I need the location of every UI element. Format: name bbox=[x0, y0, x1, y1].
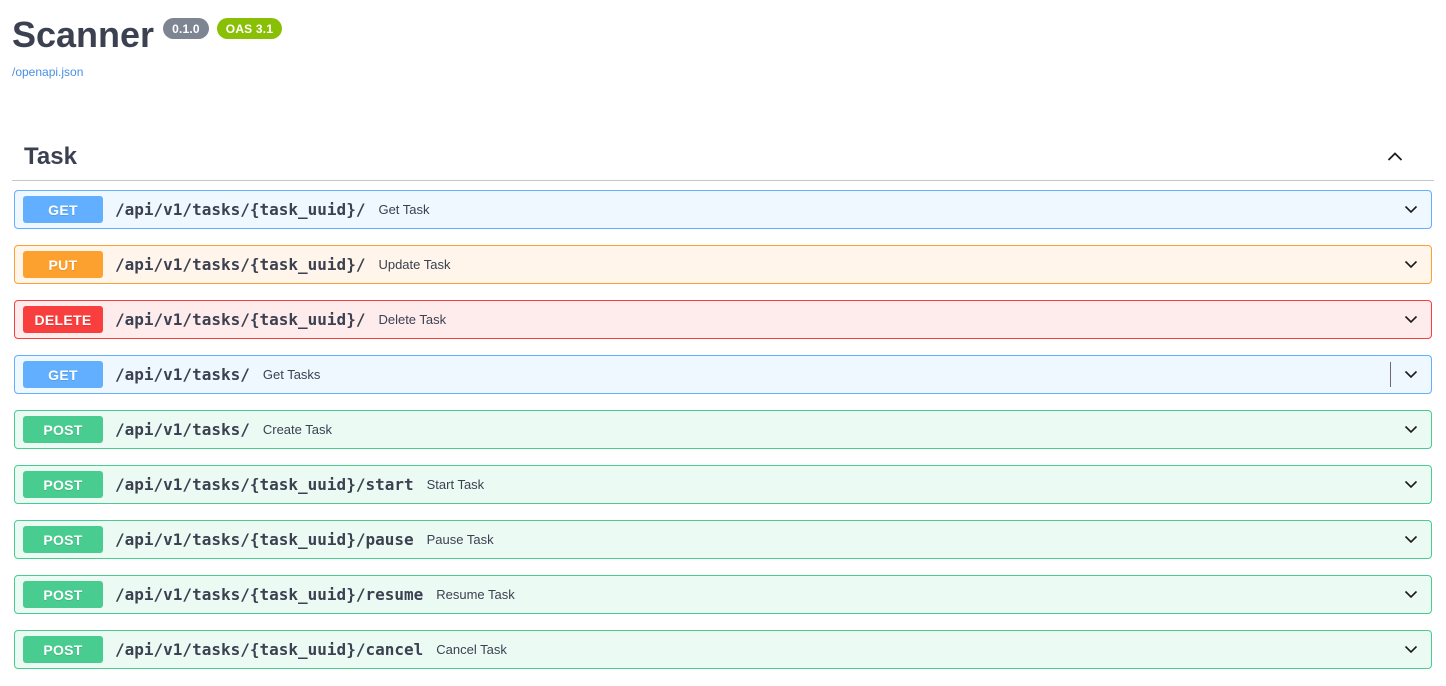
endpoint-summary: Create Task bbox=[262, 421, 332, 437]
method-badge: DELETE bbox=[23, 305, 103, 333]
endpoint-summary: Update Task bbox=[378, 256, 451, 272]
method-badge: GET bbox=[23, 360, 103, 388]
operation-row[interactable]: GET /api/v1/tasks/ Get Tasks bbox=[14, 354, 1432, 394]
api-title: Scanner bbox=[12, 14, 155, 55]
endpoint-path: /api/v1/tasks/ bbox=[115, 364, 250, 384]
chevron-down-icon[interactable] bbox=[1401, 419, 1421, 439]
endpoint-path: /api/v1/tasks/{task_uuid}/pause bbox=[115, 529, 414, 549]
api-info: Scanner 0.1.0 OAS 3.1 /openapi.json bbox=[12, 0, 1434, 81]
version-badge: 0.1.0 bbox=[163, 18, 209, 39]
tag-section-task: Task GET /api/v1/tasks/{task_uuid}/ Get … bbox=[12, 143, 1434, 669]
operation-list: GET /api/v1/tasks/{task_uuid}/ Get Task … bbox=[14, 181, 1432, 669]
method-badge: GET bbox=[23, 195, 103, 223]
endpoint-summary: Cancel Task bbox=[436, 641, 507, 657]
operation-row[interactable]: POST /api/v1/tasks/{task_uuid}/start Sta… bbox=[14, 464, 1432, 504]
endpoint-summary: Delete Task bbox=[378, 311, 447, 327]
endpoint-path: /api/v1/tasks/ bbox=[115, 419, 250, 439]
operation-row[interactable]: POST /api/v1/tasks/{task_uuid}/resume Re… bbox=[14, 574, 1432, 614]
method-badge: POST bbox=[23, 415, 103, 443]
chevron-down-icon[interactable] bbox=[1401, 639, 1421, 659]
endpoint-path: /api/v1/tasks/{task_uuid}/resume bbox=[115, 584, 424, 604]
chevron-down-icon[interactable] bbox=[1401, 584, 1421, 604]
method-badge: POST bbox=[23, 580, 103, 608]
openapi-spec-link[interactable]: /openapi.json bbox=[12, 65, 83, 79]
endpoint-summary: Pause Task bbox=[426, 531, 494, 547]
method-badge: POST bbox=[23, 470, 103, 498]
tag-title: Task bbox=[24, 142, 77, 170]
endpoint-path: /api/v1/tasks/{task_uuid}/ bbox=[115, 309, 366, 329]
operation-row[interactable]: POST /api/v1/tasks/{task_uuid}/pause Pau… bbox=[14, 519, 1432, 559]
endpoint-summary: Get Task bbox=[378, 201, 430, 217]
method-badge: POST bbox=[23, 635, 103, 663]
endpoint-path: /api/v1/tasks/{task_uuid}/ bbox=[115, 199, 366, 219]
oas-badge: OAS 3.1 bbox=[216, 18, 283, 39]
method-badge: PUT bbox=[23, 250, 103, 278]
tag-section-header[interactable]: Task bbox=[12, 143, 1434, 181]
operation-row[interactable]: PUT /api/v1/tasks/{task_uuid}/ Update Ta… bbox=[14, 244, 1432, 284]
operation-row[interactable]: POST /api/v1/tasks/{task_uuid}/cancel Ca… bbox=[14, 629, 1432, 669]
chevron-down-icon[interactable] bbox=[1401, 254, 1421, 274]
operation-row[interactable]: GET /api/v1/tasks/{task_uuid}/ Get Task bbox=[14, 189, 1432, 229]
endpoint-path: /api/v1/tasks/{task_uuid}/cancel bbox=[115, 639, 424, 659]
endpoint-path: /api/v1/tasks/{task_uuid}/start bbox=[115, 474, 414, 494]
operation-row[interactable]: DELETE /api/v1/tasks/{task_uuid}/ Delete… bbox=[14, 299, 1432, 339]
endpoint-summary: Get Tasks bbox=[262, 366, 321, 382]
endpoint-summary: Resume Task bbox=[436, 586, 515, 602]
endpoint-summary: Start Task bbox=[426, 476, 485, 492]
operation-row[interactable]: POST /api/v1/tasks/ Create Task bbox=[14, 409, 1432, 449]
chevron-down-icon[interactable] bbox=[1401, 474, 1421, 494]
chevron-down-icon[interactable] bbox=[1401, 199, 1421, 219]
method-badge: POST bbox=[23, 525, 103, 553]
chevron-up-icon[interactable] bbox=[1384, 146, 1406, 168]
text-cursor bbox=[1390, 361, 1391, 387]
chevron-down-icon[interactable] bbox=[1401, 529, 1421, 549]
endpoint-path: /api/v1/tasks/{task_uuid}/ bbox=[115, 254, 366, 274]
chevron-down-icon[interactable] bbox=[1401, 364, 1421, 384]
chevron-down-icon[interactable] bbox=[1401, 309, 1421, 329]
swagger-ui-page: Scanner 0.1.0 OAS 3.1 /openapi.json Task… bbox=[0, 0, 1446, 669]
